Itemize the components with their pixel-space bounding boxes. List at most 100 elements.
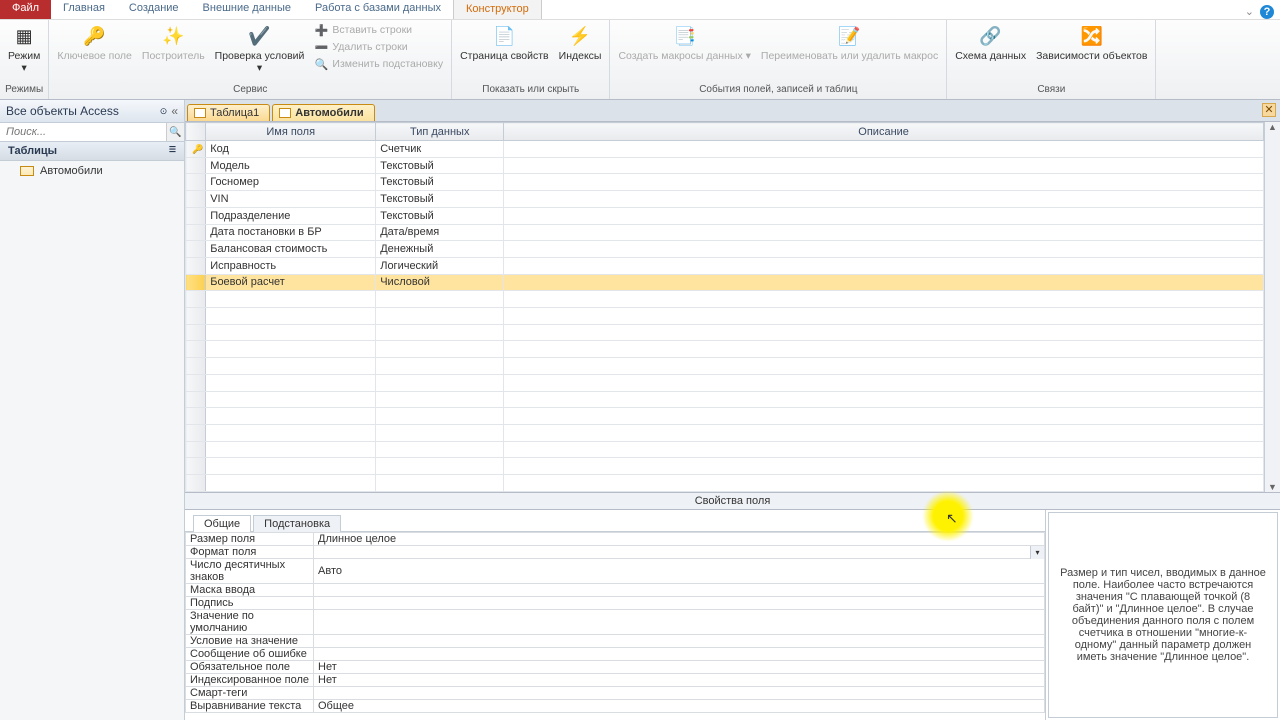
property-row[interactable]: Выравнивание текста Общее (186, 700, 1045, 713)
ribbon-tab-design[interactable]: Конструктор (453, 0, 542, 19)
property-row[interactable]: Значение по умолчанию (186, 610, 1045, 635)
table-row-empty[interactable] (186, 324, 1264, 341)
data-type-cell[interactable]: Текстовый (376, 174, 504, 191)
table-row[interactable]: Госномер Текстовый (186, 174, 1264, 191)
ribbon-tab-home[interactable]: Главная (51, 0, 117, 19)
file-tab[interactable]: Файл (0, 0, 51, 19)
field-name-cell[interactable]: Код (206, 141, 376, 158)
property-row[interactable]: Сообщение об ошибке (186, 648, 1045, 661)
row-selector[interactable] (186, 157, 206, 174)
property-value[interactable]: Длинное целое (314, 533, 1045, 546)
test-rules-button[interactable]: ✔️ Проверка условий▾ (211, 22, 309, 76)
description-cell[interactable] (504, 157, 1264, 174)
property-row[interactable]: Размер поля Длинное целое (186, 533, 1045, 546)
data-type-cell[interactable]: Текстовый (376, 191, 504, 208)
primary-key-button[interactable]: 🔑 Ключевое поле (53, 22, 136, 64)
table-row-empty[interactable] (186, 358, 1264, 375)
table-row-empty[interactable] (186, 391, 1264, 408)
field-name-cell[interactable]: Исправность (206, 257, 376, 274)
search-input[interactable] (0, 123, 166, 141)
ribbon-tab-create[interactable]: Создание (117, 0, 191, 19)
row-selector[interactable] (186, 224, 206, 241)
row-selector[interactable] (186, 141, 206, 158)
col-data-type[interactable]: Тип данных (376, 123, 504, 141)
row-selector[interactable] (186, 241, 206, 258)
row-selector[interactable] (186, 191, 206, 208)
row-selector[interactable] (186, 207, 206, 224)
table-row[interactable]: Подразделение Текстовый (186, 207, 1264, 224)
table-row[interactable]: Исправность Логический (186, 257, 1264, 274)
vertical-scrollbar[interactable]: ▲ ▼ (1264, 122, 1280, 492)
ribbon-tab-external[interactable]: Внешние данные (191, 0, 303, 19)
property-grid[interactable]: Размер поля Длинное целоеФормат поля ▾Чи… (185, 532, 1045, 713)
close-document-icon[interactable]: ✕ (1262, 103, 1276, 117)
data-type-cell[interactable]: Денежный (376, 241, 504, 258)
property-row[interactable]: Подпись (186, 597, 1045, 610)
data-type-cell[interactable]: Текстовый (376, 157, 504, 174)
data-type-cell[interactable]: Счетчик (376, 141, 504, 158)
field-name-cell[interactable]: Госномер (206, 174, 376, 191)
col-field-name[interactable]: Имя поля (206, 123, 376, 141)
property-value[interactable] (314, 687, 1045, 700)
property-value[interactable]: Нет (314, 674, 1045, 687)
field-grid[interactable]: Имя поля Тип данных Описание Код Счетчик… (185, 122, 1264, 492)
property-row[interactable]: Формат поля ▾ (186, 546, 1045, 559)
doc-tab-cars[interactable]: Автомобили (272, 104, 374, 121)
description-cell[interactable] (504, 274, 1264, 291)
property-row[interactable]: Условие на значение (186, 635, 1045, 648)
prop-tab-lookup[interactable]: Подстановка (253, 515, 341, 532)
property-value[interactable] (314, 584, 1045, 597)
table-row[interactable]: Балансовая стоимость Денежный (186, 241, 1264, 258)
field-name-cell[interactable]: Подразделение (206, 207, 376, 224)
property-value[interactable]: ▾ (314, 546, 1045, 559)
description-cell[interactable] (504, 257, 1264, 274)
prop-tab-general[interactable]: Общие (193, 515, 251, 532)
table-row[interactable]: Модель Текстовый (186, 157, 1264, 174)
dependencies-button[interactable]: 🔀 Зависимости объектов (1032, 22, 1151, 64)
nav-collapse-icon[interactable]: « (171, 104, 178, 118)
property-value[interactable]: Нет (314, 661, 1045, 674)
help-icon[interactable]: ? (1260, 5, 1274, 19)
field-name-cell[interactable]: Балансовая стоимость (206, 241, 376, 258)
property-row[interactable]: Маска ввода (186, 584, 1045, 597)
property-value[interactable]: Авто (314, 559, 1045, 584)
field-name-cell[interactable]: Боевой расчет (206, 274, 376, 291)
data-type-cell[interactable]: Дата/время (376, 224, 504, 241)
table-row[interactable]: Код Счетчик (186, 141, 1264, 158)
field-name-cell[interactable]: Модель (206, 157, 376, 174)
scroll-up-icon[interactable]: ▲ (1268, 122, 1277, 132)
field-name-cell[interactable]: Дата постановки в БР (206, 224, 376, 241)
indexes-button[interactable]: ⚡ Индексы (555, 22, 606, 64)
table-row[interactable]: Дата постановки в БР Дата/время (186, 224, 1264, 241)
table-row-empty[interactable] (186, 441, 1264, 458)
row-selector[interactable] (186, 257, 206, 274)
ribbon-tab-db[interactable]: Работа с базами данных (303, 0, 453, 19)
search-icon[interactable]: 🔍 (166, 123, 184, 141)
relationships-button[interactable]: 🔗 Схема данных (951, 22, 1030, 64)
property-value[interactable] (314, 648, 1045, 661)
description-cell[interactable] (504, 224, 1264, 241)
row-selector[interactable] (186, 174, 206, 191)
collapse-group-icon[interactable]: ☰ (169, 145, 176, 157)
minimize-ribbon-icon[interactable]: ⌄ (1245, 5, 1254, 19)
table-row-empty[interactable] (186, 341, 1264, 358)
property-row[interactable]: Число десятичных знаков Авто (186, 559, 1045, 584)
table-row-empty[interactable] (186, 475, 1264, 492)
description-cell[interactable] (504, 207, 1264, 224)
col-description[interactable]: Описание (504, 123, 1264, 141)
table-row-empty[interactable] (186, 458, 1264, 475)
field-name-cell[interactable]: VIN (206, 191, 376, 208)
property-row[interactable]: Смарт-теги (186, 687, 1045, 700)
property-value[interactable] (314, 635, 1045, 648)
table-row-empty[interactable] (186, 374, 1264, 391)
dropdown-icon[interactable]: ▾ (1030, 546, 1044, 559)
row-selector[interactable] (186, 274, 206, 291)
insert-rows-button[interactable]: ➕Вставить строки (310, 22, 447, 38)
nav-header[interactable]: Все объекты Access ⊙ « (0, 100, 184, 123)
description-cell[interactable] (504, 191, 1264, 208)
data-type-cell[interactable]: Логический (376, 257, 504, 274)
description-cell[interactable] (504, 241, 1264, 258)
view-button[interactable]: ▦ Режим▾ (4, 22, 44, 76)
scroll-down-icon[interactable]: ▼ (1268, 482, 1277, 492)
property-row[interactable]: Обязательное поле Нет (186, 661, 1045, 674)
